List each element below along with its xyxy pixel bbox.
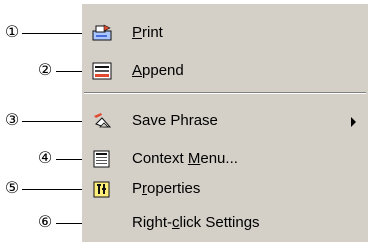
menu-item-append[interactable]: Append	[82, 56, 368, 86]
print-icon	[92, 24, 112, 42]
append-icon	[92, 62, 112, 80]
menu-label-context-menu: Context Menu...	[132, 150, 238, 167]
save-phrase-icon	[92, 112, 112, 130]
menu-item-right-click-settings[interactable]: Right-click Settings	[82, 208, 368, 238]
context-menu: Print Append Save Phrase Context Menu...…	[82, 4, 368, 242]
submenu-arrow-icon	[351, 117, 356, 127]
menu-item-context-menu[interactable]: Context Menu...	[82, 144, 368, 174]
callout-line-5	[22, 189, 82, 190]
callout-5: ⑤	[4, 180, 20, 197]
menu-separator-1	[84, 92, 366, 94]
menu-item-properties[interactable]: Properties	[82, 174, 368, 204]
callout-6: ⑥	[37, 214, 53, 231]
callout-line-6	[56, 223, 82, 224]
menu-label-save-phrase: Save Phrase	[132, 112, 218, 129]
callout-2: ②	[37, 62, 53, 79]
callout-line-2	[56, 71, 82, 72]
context-menu-icon	[92, 150, 110, 168]
properties-icon	[92, 180, 110, 198]
menu-label-print: Print	[132, 24, 163, 41]
menu-label-append: Append	[132, 62, 184, 79]
menu-label-properties: Properties	[132, 180, 201, 197]
menu-item-save-phrase[interactable]: Save Phrase	[82, 106, 368, 136]
menu-item-print[interactable]: Print	[82, 18, 368, 48]
callout-line-3	[22, 121, 82, 122]
callout-line-1	[22, 33, 82, 34]
callout-1: ①	[4, 24, 20, 41]
callout-3: ③	[4, 112, 20, 129]
menu-label-right-click-settings: Right-click Settings	[132, 214, 260, 231]
callout-line-4	[56, 159, 82, 160]
callout-4: ④	[37, 150, 53, 167]
